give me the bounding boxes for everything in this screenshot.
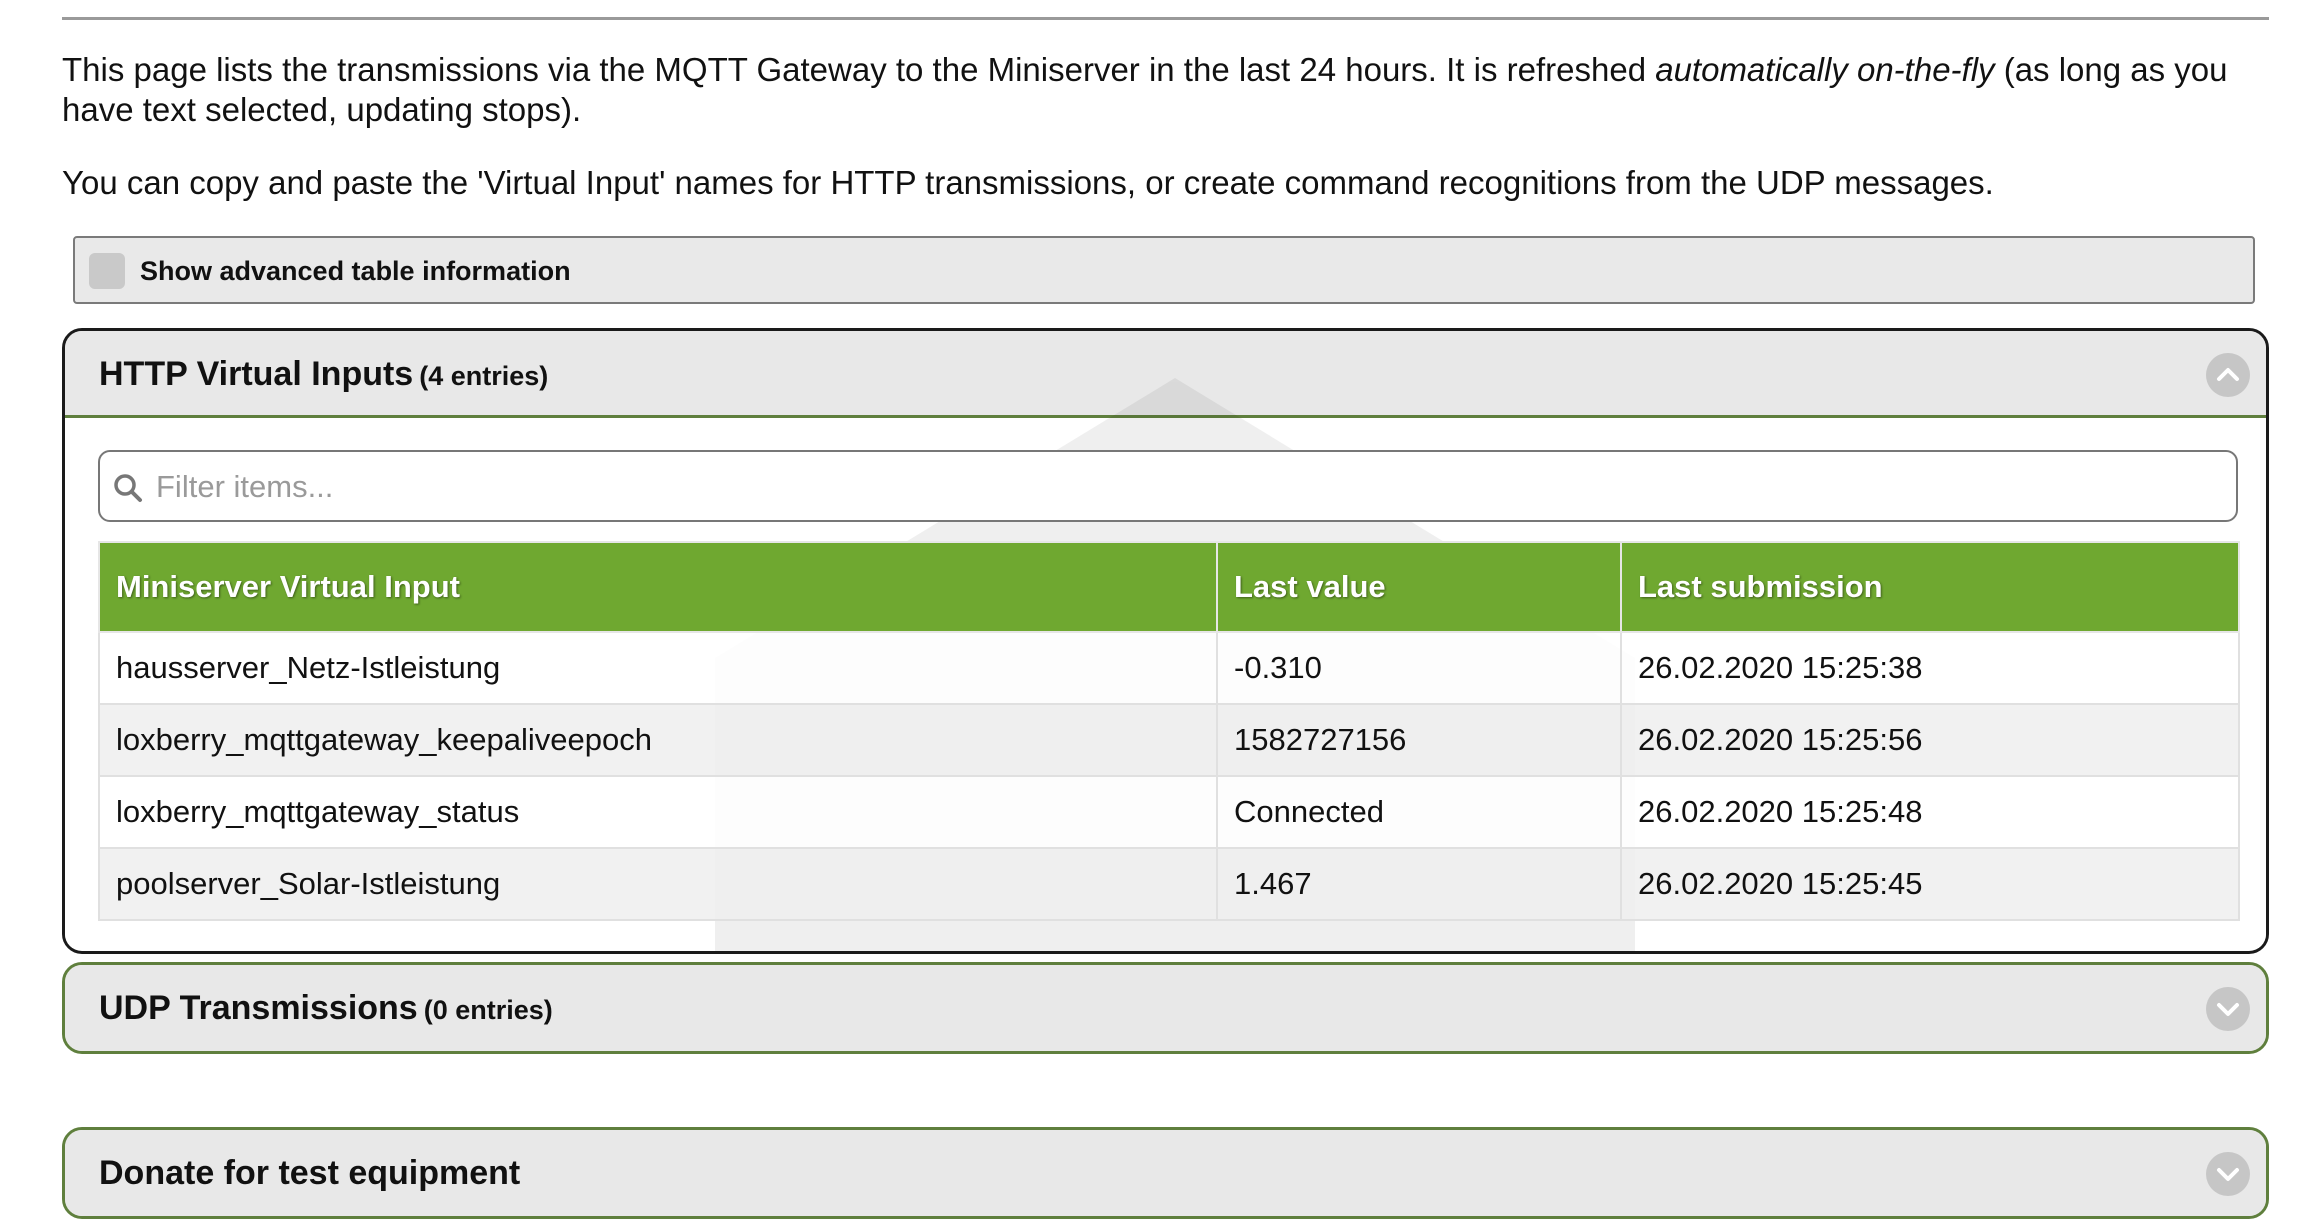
udp-entry-count: (0 entries) [423, 995, 553, 1025]
last-submission: 26.02.2020 15:25:48 [1620, 775, 2240, 849]
donate-panel-title: Donate for test equipment [99, 1154, 521, 1192]
last-submission: 26.02.2020 15:25:38 [1620, 631, 2240, 705]
donate-panel-header[interactable]: Donate for test equipment [65, 1130, 2266, 1216]
filter-input[interactable] [154, 462, 2218, 512]
last-submission: 26.02.2020 15:25:56 [1620, 703, 2240, 777]
virtual-inputs-table: Miniserver Virtual Input Last value Last… [98, 541, 2240, 921]
http-panel-title: HTTP Virtual Inputs (4 entries) [99, 355, 548, 394]
last-value: 1582727156 [1216, 703, 1622, 777]
last-value: Connected [1216, 775, 1622, 849]
table-row: hausserver_Netz-Istleistung -0.310 26.02… [98, 631, 2240, 705]
collapse-button[interactable] [2206, 353, 2250, 397]
chevron-up-icon [2217, 368, 2239, 381]
table-row: poolserver_Solar-Istleistung 1.467 26.02… [98, 847, 2240, 921]
virtual-input-name[interactable]: loxberry_mqttgateway_keepaliveepoch [98, 703, 1218, 777]
udp-panel-title-text: UDP Transmissions [99, 989, 418, 1027]
http-virtual-inputs-panel: HTTP Virtual Inputs(4 entries) Miniserve… [62, 328, 2269, 954]
intro-text: This page lists the transmissions via th… [62, 51, 1656, 88]
chevron-down-icon [2217, 1003, 2239, 1016]
virtual-input-name[interactable]: hausserver_Netz-Istleistung [98, 631, 1218, 705]
http-panel-title-text: HTTP Virtual Inputs [99, 355, 414, 393]
advanced-checkbox-label[interactable]: Show advanced table information [140, 256, 571, 287]
search-icon [114, 474, 142, 502]
column-header-last-submission[interactable]: Last submission [1620, 541, 2240, 633]
chevron-down-icon [2217, 1168, 2239, 1181]
top-divider [62, 17, 2269, 20]
http-entry-count: (4 entries) [419, 361, 549, 391]
copy-hint: You can copy and paste the 'Virtual Inpu… [62, 164, 1994, 201]
udp-panel-title: UDP Transmissions (0 entries) [99, 989, 553, 1028]
filter-box[interactable] [98, 450, 2238, 522]
table-row: loxberry_mqttgateway_keepaliveepoch 1582… [98, 703, 2240, 777]
last-value: 1.467 [1216, 847, 1622, 921]
last-submission: 26.02.2020 15:25:45 [1620, 847, 2240, 921]
virtual-input-name[interactable]: loxberry_mqttgateway_status [98, 775, 1218, 849]
expand-button[interactable] [2206, 987, 2250, 1031]
intro-paragraph: This page lists the transmissions via th… [62, 50, 2262, 130]
http-panel-body: Miniserver Virtual Input Last value Last… [65, 378, 2266, 951]
advanced-table-toggle[interactable]: Show advanced table information [73, 236, 2255, 304]
expand-button[interactable] [2206, 1152, 2250, 1196]
virtual-input-name[interactable]: poolserver_Solar-Istleistung [98, 847, 1218, 921]
table-row: loxberry_mqttgateway_status Connected 26… [98, 775, 2240, 849]
intro-emphasis: automatically on-the-fly [1655, 51, 1995, 88]
advanced-checkbox[interactable] [89, 253, 125, 289]
udp-panel-header[interactable]: UDP Transmissions (0 entries) [65, 965, 2266, 1051]
udp-transmissions-panel[interactable]: UDP Transmissions (0 entries) [62, 962, 2269, 1054]
table-header-row: Miniserver Virtual Input Last value Last… [98, 541, 2240, 633]
last-value: -0.310 [1216, 631, 1622, 705]
donate-panel[interactable]: Donate for test equipment [62, 1127, 2269, 1219]
column-header-virtual-input[interactable]: Miniserver Virtual Input [98, 541, 1218, 633]
column-header-last-value[interactable]: Last value [1216, 541, 1622, 633]
